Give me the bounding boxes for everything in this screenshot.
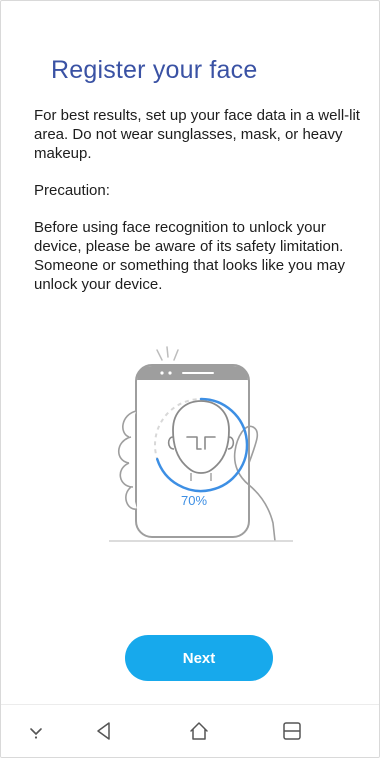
home-icon[interactable] [186,719,212,743]
face-outline-icon [172,400,230,474]
precaution-text: Before using face recognition to unlock … [34,219,345,293]
hide-keyboard-icon[interactable] [23,719,49,743]
intro-text: For best results, set up your face data … [34,107,360,162]
system-navigation-bar [1,704,379,757]
progress-percent-label: 70% [181,493,207,508]
recent-apps-icon[interactable] [279,719,305,743]
face-scan-illustration: 70% [101,345,301,545]
phone-face-illustration: 70% [109,346,293,542]
face-registration-screen: Register your face For best results, set… [0,0,380,758]
page-title: Register your face [51,56,258,84]
next-button[interactable]: Next [125,635,273,681]
precaution-heading: Precaution: [34,182,110,199]
back-icon[interactable] [91,719,117,743]
